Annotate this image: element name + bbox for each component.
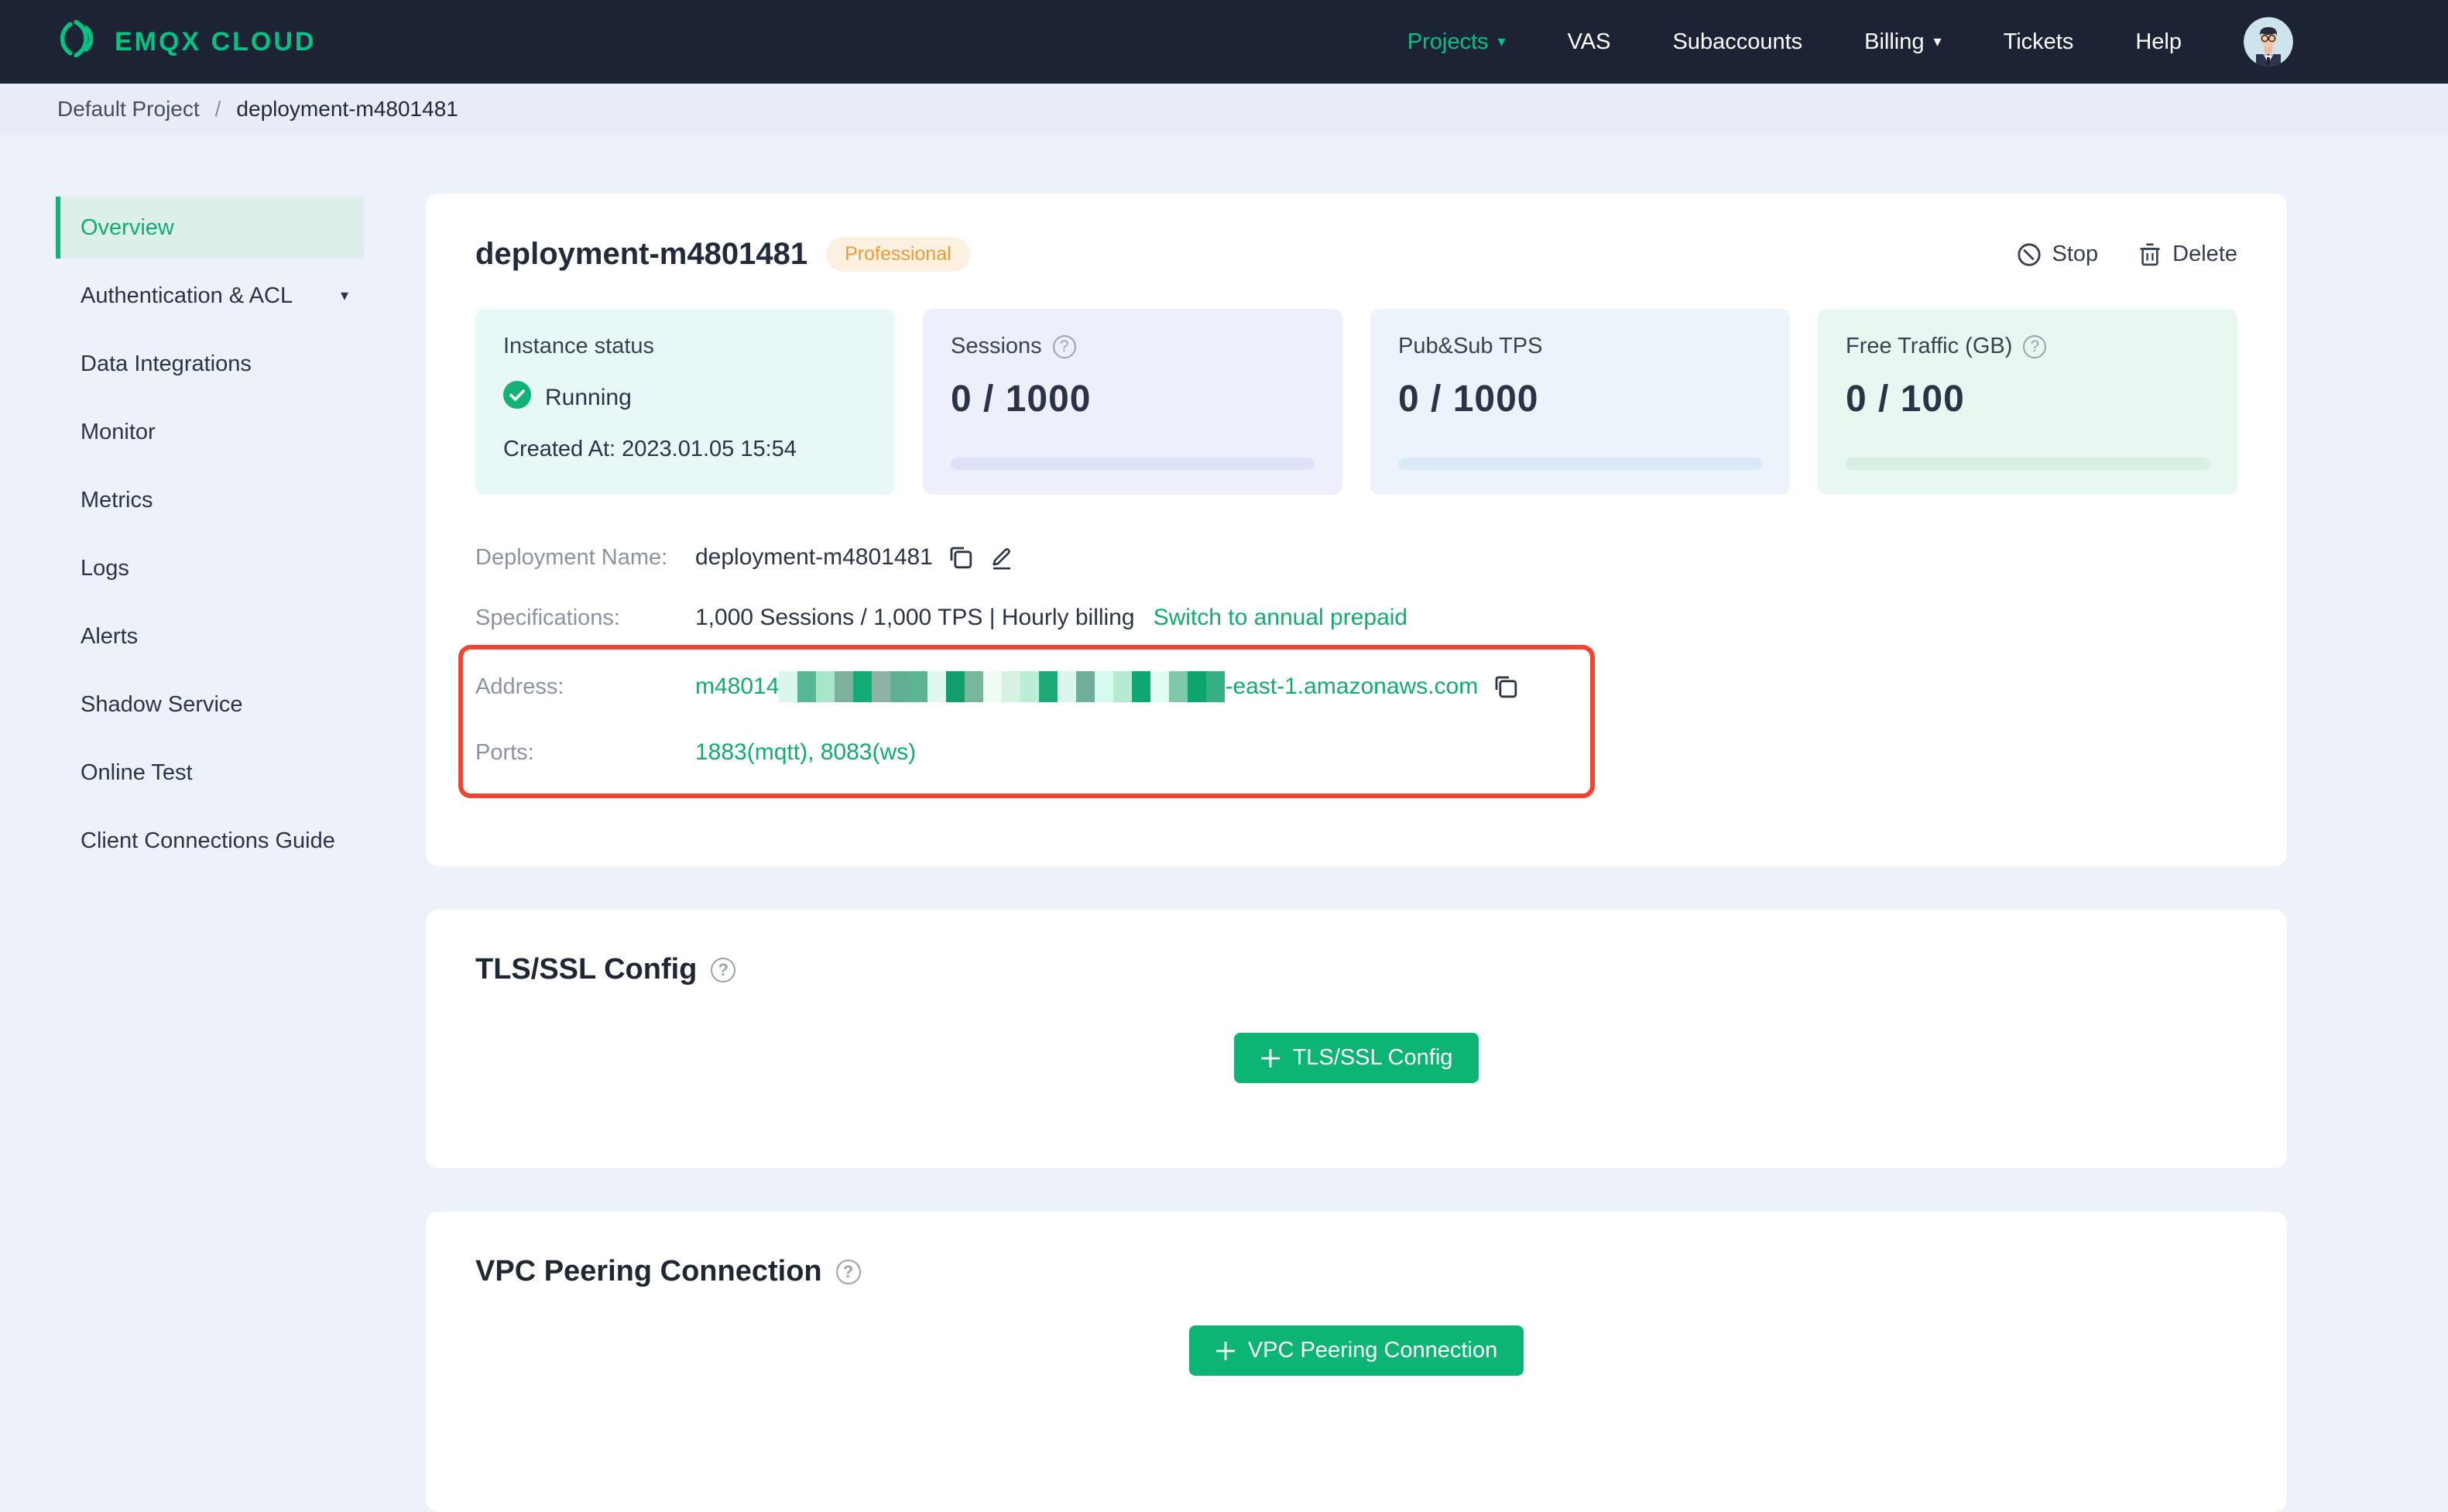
- connection-highlight-box: Address: m48014 -east-1.amazonaws.com Po…: [458, 645, 1595, 798]
- breadcrumb-deployment: deployment-m4801481: [236, 97, 458, 121]
- user-avatar[interactable]: [2244, 17, 2293, 67]
- delete-button[interactable]: Delete: [2138, 242, 2237, 267]
- brand-name: EMQX CLOUD: [115, 26, 317, 57]
- sidebar-item-metrics[interactable]: Metrics: [57, 469, 364, 531]
- help-icon[interactable]: ?: [711, 957, 736, 982]
- ports-value: 1883(mqtt), 8083(ws): [695, 739, 917, 765]
- stop-icon: [2017, 242, 2042, 267]
- chevron-down-icon: ▾: [340, 287, 348, 304]
- tls-section-title: TLS/SSL Config: [475, 953, 698, 986]
- help-icon[interactable]: ?: [835, 1259, 861, 1284]
- sidebar-item-overview[interactable]: Overview: [56, 197, 364, 259]
- deployment-name-value: deployment-m4801481: [695, 544, 933, 570]
- page-title: deployment-m4801481: [475, 237, 808, 271]
- status-text: Running: [545, 385, 632, 410]
- address-suffix: -east-1.amazonaws.com: [1225, 674, 1479, 699]
- check-circle-icon: [503, 381, 531, 415]
- help-icon[interactable]: ?: [1052, 334, 1076, 358]
- add-tls-ssl-config-button[interactable]: TLS/SSL Config: [1233, 1033, 1479, 1083]
- traffic-progress-bar: [1846, 458, 2210, 470]
- copy-icon[interactable]: [1493, 674, 1518, 699]
- sidebar-item-shadow-service[interactable]: Shadow Service: [57, 674, 364, 735]
- help-icon[interactable]: ?: [2023, 334, 2047, 358]
- chevron-down-icon: ▾: [1497, 33, 1506, 50]
- plus-icon: [1215, 1341, 1236, 1361]
- breadcrumb-project[interactable]: Default Project: [57, 97, 200, 122]
- nav-links: Projects ▾ VAS Subaccounts Billing ▾ Tic…: [1407, 17, 2293, 67]
- sessions-card: Sessions ? 0 / 1000: [923, 309, 1342, 495]
- deployment-name-row: Deployment Name: deployment-m4801481: [475, 544, 2237, 571]
- sidebar-item-authentication-acl[interactable]: Authentication & ACL ▾: [57, 265, 364, 327]
- edit-icon[interactable]: [989, 544, 1015, 571]
- brand-logo[interactable]: EMQX CLOUD: [56, 17, 316, 67]
- traffic-value: 0 / 100: [1846, 379, 1965, 420]
- trash-icon: [2138, 242, 2162, 267]
- address-row: Address: m48014 -east-1.amazonaws.com: [475, 671, 1590, 702]
- sessions-value: 0 / 1000: [951, 379, 1092, 420]
- nav-item-projects[interactable]: Projects ▾: [1407, 29, 1506, 55]
- address-prefix: m48014: [695, 674, 780, 699]
- vpc-peering-section: VPC Peering Connection ? VPC Peering Con…: [426, 1212, 2287, 1512]
- nav-item-tickets[interactable]: Tickets: [2004, 29, 2074, 55]
- ports-row: Ports: 1883(mqtt), 8083(ws): [475, 739, 917, 765]
- sidebar-item-client-connections-guide[interactable]: Client Connections Guide: [57, 810, 364, 872]
- instance-status-card: Instance status Running Created At: 2023…: [475, 309, 895, 495]
- sessions-progress-bar: [951, 458, 1315, 470]
- breadcrumb: Default Project / deployment-m4801481: [0, 84, 2448, 135]
- switch-annual-prepaid-link[interactable]: Switch to annual prepaid: [1154, 605, 1408, 631]
- plus-icon: [1260, 1048, 1281, 1068]
- emqx-logo-icon: [56, 17, 99, 67]
- address-redacted-mosaic: [779, 671, 1226, 702]
- overview-card: deployment-m4801481 Professional Stop De…: [426, 194, 2287, 866]
- plan-badge: Professional: [826, 237, 970, 272]
- sidebar-item-monitor[interactable]: Monitor: [57, 401, 364, 463]
- sidebar-item-online-test[interactable]: Online Test: [57, 742, 364, 804]
- sidebar: Overview Authentication & ACL ▾ Data Int…: [0, 135, 364, 878]
- vpc-section-title: VPC Peering Connection: [475, 1255, 822, 1287]
- tls-ssl-section: TLS/SSL Config ? TLS/SSL Config: [426, 910, 2287, 1168]
- sidebar-item-data-integrations[interactable]: Data Integrations: [57, 333, 364, 395]
- specifications-value: 1,000 Sessions / 1,000 TPS | Hourly bill…: [695, 605, 1135, 630]
- nav-item-subaccounts[interactable]: Subaccounts: [1672, 29, 1802, 55]
- created-at: Created At: 2023.01.05 15:54: [503, 437, 797, 461]
- copy-icon[interactable]: [948, 545, 973, 570]
- tps-progress-bar: [1398, 458, 1762, 470]
- specifications-row: Specifications: 1,000 Sessions / 1,000 T…: [475, 605, 1408, 631]
- sidebar-item-alerts[interactable]: Alerts: [57, 605, 364, 667]
- sidebar-item-logs[interactable]: Logs: [57, 537, 364, 599]
- nav-item-billing[interactable]: Billing ▾: [1864, 29, 1941, 55]
- nav-item-help[interactable]: Help: [2135, 29, 2182, 55]
- breadcrumb-separator: /: [214, 97, 221, 121]
- tps-value: 0 / 1000: [1398, 379, 1539, 420]
- nav-item-vas[interactable]: VAS: [1568, 29, 1611, 55]
- add-vpc-peering-connection-button[interactable]: VPC Peering Connection: [1188, 1325, 1524, 1376]
- chevron-down-icon: ▾: [1933, 33, 1942, 50]
- stop-button[interactable]: Stop: [2017, 242, 2098, 267]
- pubsub-tps-card: Pub&Sub TPS 0 / 1000: [1370, 309, 1790, 495]
- top-nav: EMQX CLOUD Projects ▾ VAS Subaccounts Bi…: [0, 0, 2448, 84]
- free-traffic-card: Free Traffic (GB) ? 0 / 100: [1818, 309, 2237, 495]
